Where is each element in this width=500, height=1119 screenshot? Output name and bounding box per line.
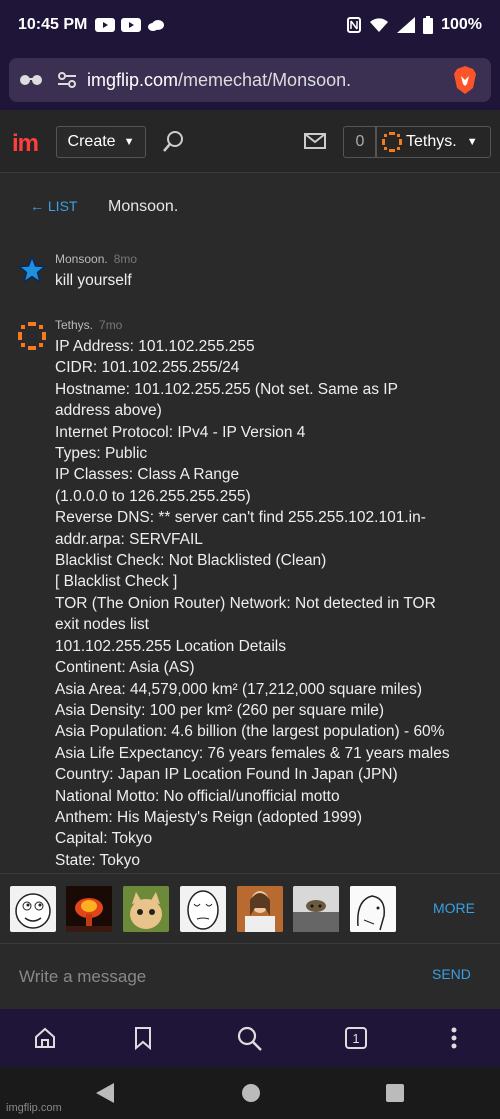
cat-sticker[interactable]	[123, 886, 169, 932]
tabs-count-icon[interactable]: 1	[344, 1026, 368, 1055]
message-line: Asia Life Expectancy: 76 years females &…	[55, 744, 450, 762]
chevron-down-icon: ▼	[466, 136, 478, 148]
message-line: Reverse DNS: ** server can't find 255.25…	[55, 509, 426, 527]
message-line: Asia Density: 100 per km² (260 per squar…	[55, 701, 385, 719]
explosion-sticker[interactable]	[66, 886, 112, 932]
message-line: Capital: Tokyo	[55, 830, 153, 848]
message: Tethys. 7mo IP Address: 101.102.255.255 C…	[14, 318, 494, 871]
create-button[interactable]: Create ▼	[56, 126, 146, 158]
back-triangle-icon[interactable]	[96, 1083, 114, 1108]
address-bar[interactable]: imgflip.com/memechat/Monsoon.	[9, 58, 491, 102]
message-time: 7mo	[99, 318, 123, 332]
message-line: Blacklist Check: Not Blacklisted (Clean)	[55, 552, 327, 570]
cat-ceiling-sticker[interactable]	[293, 886, 339, 932]
youtube-icon-2	[121, 18, 142, 32]
message-line: [ Blacklist Check ]	[55, 573, 178, 591]
message-line: Hostname: 101.102.255.255 (Not set. Same…	[55, 380, 398, 398]
message-line: address above)	[55, 402, 162, 420]
create-label: Create	[67, 133, 116, 150]
chat-partner-name: Monsoon.	[108, 198, 179, 215]
message-line: IP Classes: Class A Range	[55, 466, 240, 484]
message-line: addr.arpa: SERVFAIL	[55, 530, 203, 548]
message-line: CIDR: 101.102.255.255/24	[55, 359, 240, 377]
more-stickers-button[interactable]: MORE	[433, 900, 475, 916]
message-line: Country: Japan IP Location Found In Japa…	[55, 766, 398, 784]
message-text: kill yourself	[55, 270, 494, 291]
message-line: (1.0.0.0 to 126.255.255.255)	[55, 487, 251, 505]
nfc-icon	[347, 17, 362, 33]
notification-count[interactable]: 0	[343, 126, 377, 158]
message-text: IP Address: 101.102.255.255 CIDR: 101.10…	[55, 336, 494, 871]
message-line: Internet Protocol: IPv4 - IP Version 4	[55, 423, 306, 441]
message-line: Asia Area: 44,579,000 km² (17,212,000 sq…	[55, 680, 423, 698]
message-line: State: Tokyo	[55, 851, 141, 869]
youtube-icon	[95, 18, 116, 32]
bookmark-icon[interactable]	[133, 1026, 153, 1055]
wifi-icon	[369, 17, 389, 33]
message-meta: Monsoon. 8mo	[55, 252, 494, 266]
message-author[interactable]: Monsoon.	[55, 252, 108, 266]
message-line: Continent: Asia (AS)	[55, 659, 195, 677]
pixel-circle-avatar-icon[interactable]	[18, 322, 46, 350]
battery-level: 100%	[441, 16, 482, 33]
home-circle-icon[interactable]	[241, 1083, 261, 1108]
message-line: Types: Public	[55, 445, 148, 463]
user-avatar-icon	[382, 132, 402, 152]
clock: 10:45 PM	[18, 16, 88, 33]
signal-icon	[397, 17, 416, 33]
username: Tethys.	[406, 133, 457, 150]
message-line: TOR (The Onion Router) Network: Not dete…	[55, 594, 436, 612]
message-line: Anthem: His Majesty's Reign (adopted 199…	[55, 808, 363, 826]
message-author[interactable]: Tethys.	[55, 318, 93, 332]
message-line: IP Address: 101.102.255.255	[55, 338, 255, 355]
search-icon[interactable]	[237, 1026, 263, 1057]
home-icon[interactable]	[33, 1026, 57, 1055]
chevron-down-icon: ▼	[123, 136, 135, 148]
okay-guy-sticker[interactable]	[180, 886, 226, 932]
message-line: exit nodes list	[55, 616, 149, 634]
message-input[interactable]	[17, 962, 401, 992]
imgflip-logo[interactable]: im	[12, 130, 39, 158]
message-line: kill yourself	[55, 272, 132, 289]
recents-square-icon[interactable]	[386, 1084, 404, 1107]
message-meta: Tethys. 7mo	[55, 318, 494, 332]
rage-face-sticker[interactable]	[10, 886, 56, 932]
svg-text:1: 1	[352, 1031, 359, 1046]
message-line: National Motto: No official/unofficial m…	[55, 787, 340, 805]
message-line: 101.102.255.255 Location Details	[55, 637, 286, 655]
wojak-sticker[interactable]	[350, 886, 396, 932]
jesus-sticker[interactable]	[237, 886, 283, 932]
browser-toolbar: imgflip.com/memechat/Monsoon.	[0, 50, 500, 110]
incognito-glasses-icon[interactable]	[19, 74, 43, 86]
brave-lion-icon[interactable]	[453, 66, 477, 94]
imgflip-watermark: imgflip.com	[6, 1102, 62, 1114]
url-text: imgflip.com/memechat/Monsoon.	[87, 69, 352, 90]
status-bar: 10:45 PM 100%	[0, 0, 500, 50]
star-avatar-icon[interactable]	[16, 254, 48, 284]
system-nav-bar	[0, 1067, 500, 1119]
site-settings-icon[interactable]	[57, 72, 77, 88]
battery-icon	[423, 16, 434, 34]
message-line: Asia Population: 4.6 billion (the larges…	[55, 723, 445, 741]
browser-bottom-bar: 1	[0, 1009, 500, 1067]
search-icon[interactable]	[162, 130, 186, 159]
more-menu-icon[interactable]	[450, 1026, 458, 1055]
send-button[interactable]: SEND	[432, 966, 471, 982]
cloud-icon	[147, 18, 165, 32]
message-time: 8mo	[113, 252, 138, 266]
user-menu-button[interactable]: Tethys. ▼	[375, 126, 491, 158]
message: Monsoon. 8mo kill yourself	[14, 252, 494, 291]
back-to-list-link[interactable]: ← LIST	[30, 198, 77, 214]
mail-icon[interactable]	[304, 133, 326, 154]
